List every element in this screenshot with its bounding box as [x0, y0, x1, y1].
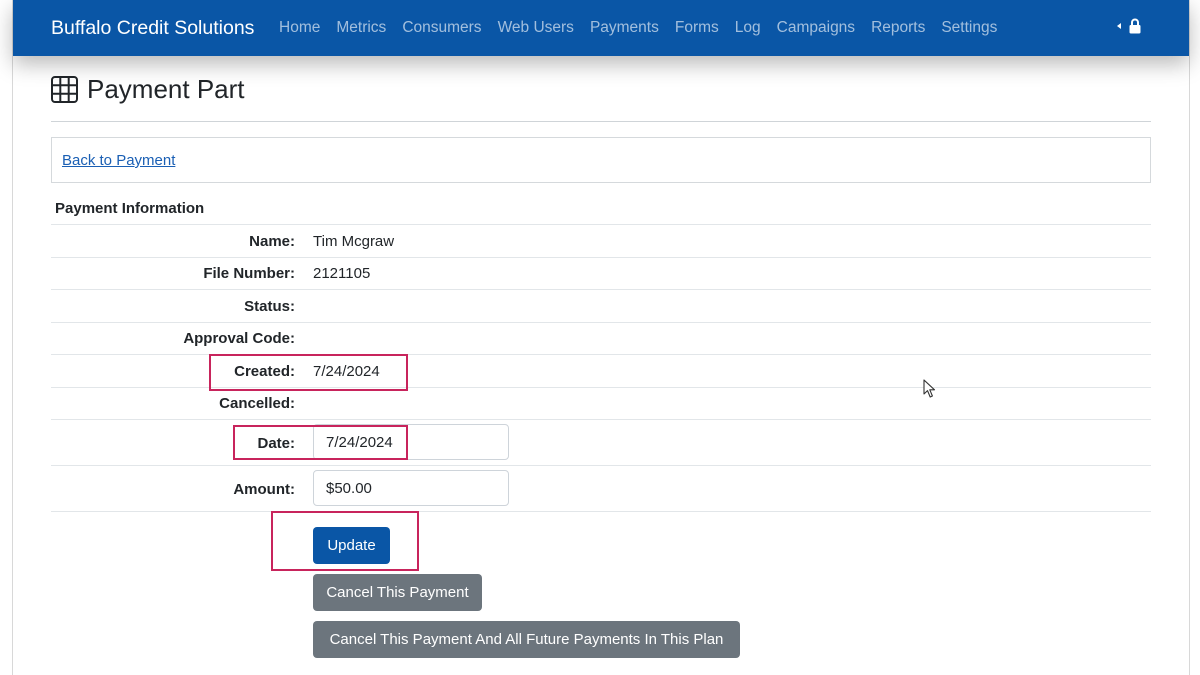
update-highlight [271, 511, 419, 571]
nav-link-reports[interactable]: Reports [871, 19, 925, 37]
cancelled-label: Cancelled: [219, 395, 295, 412]
row-divider [51, 511, 1151, 512]
mouse-pointer-icon [923, 379, 936, 398]
row-divider [51, 322, 1151, 323]
amount-label: Amount: [233, 481, 295, 498]
caret-left-icon [1117, 23, 1121, 29]
table-grid-icon [51, 76, 78, 103]
brand-name[interactable]: Buffalo Credit Solutions [51, 17, 254, 40]
amount-input[interactable]: $50.00 [313, 470, 509, 506]
nav-link-home[interactable]: Home [279, 19, 320, 37]
name-value: Tim Mcgraw [313, 233, 395, 250]
cancel-all-payments-button[interactable]: Cancel This Payment And All Future Payme… [313, 621, 740, 658]
page-title: Payment Part [87, 74, 245, 104]
section-title: Payment Information [55, 200, 205, 217]
nav-link-settings[interactable]: Settings [941, 19, 997, 37]
app-frame: Buffalo Credit Solutions Home Metrics Co… [12, 0, 1190, 675]
nav-link-payments[interactable]: Payments [590, 19, 659, 37]
approval-code-label: Approval Code: [183, 330, 295, 347]
row-divider [51, 224, 1151, 225]
created-highlight [209, 354, 408, 391]
back-link-panel: Back to Payment [51, 137, 1151, 183]
date-highlight [233, 425, 408, 460]
amount-input-value: $50.00 [326, 480, 372, 497]
row-divider [51, 419, 1151, 420]
back-to-payment-link[interactable]: Back to Payment [62, 152, 175, 169]
name-label: Name: [249, 233, 295, 250]
row-divider [51, 289, 1151, 290]
row-divider [51, 465, 1151, 466]
nav-links: Home Metrics Consumers Web Users Payment… [279, 19, 1013, 37]
file-number-label: File Number: [203, 265, 295, 282]
status-label: Status: [244, 298, 295, 315]
cancel-payment-button[interactable]: Cancel This Payment [313, 574, 482, 611]
file-number-value: 2121105 [313, 265, 371, 282]
nav-link-campaigns[interactable]: Campaigns [777, 19, 855, 37]
user-menu[interactable] [1117, 18, 1141, 34]
row-divider [51, 257, 1151, 258]
lock-icon [1129, 18, 1141, 34]
nav-link-forms[interactable]: Forms [675, 19, 719, 37]
header-divider [51, 121, 1151, 122]
nav-link-metrics[interactable]: Metrics [336, 19, 386, 37]
nav-link-web-users[interactable]: Web Users [498, 19, 574, 37]
nav-link-consumers[interactable]: Consumers [402, 19, 481, 37]
page-header: Payment Part [51, 74, 245, 105]
top-navbar: Buffalo Credit Solutions Home Metrics Co… [13, 0, 1189, 56]
nav-link-log[interactable]: Log [735, 19, 761, 37]
